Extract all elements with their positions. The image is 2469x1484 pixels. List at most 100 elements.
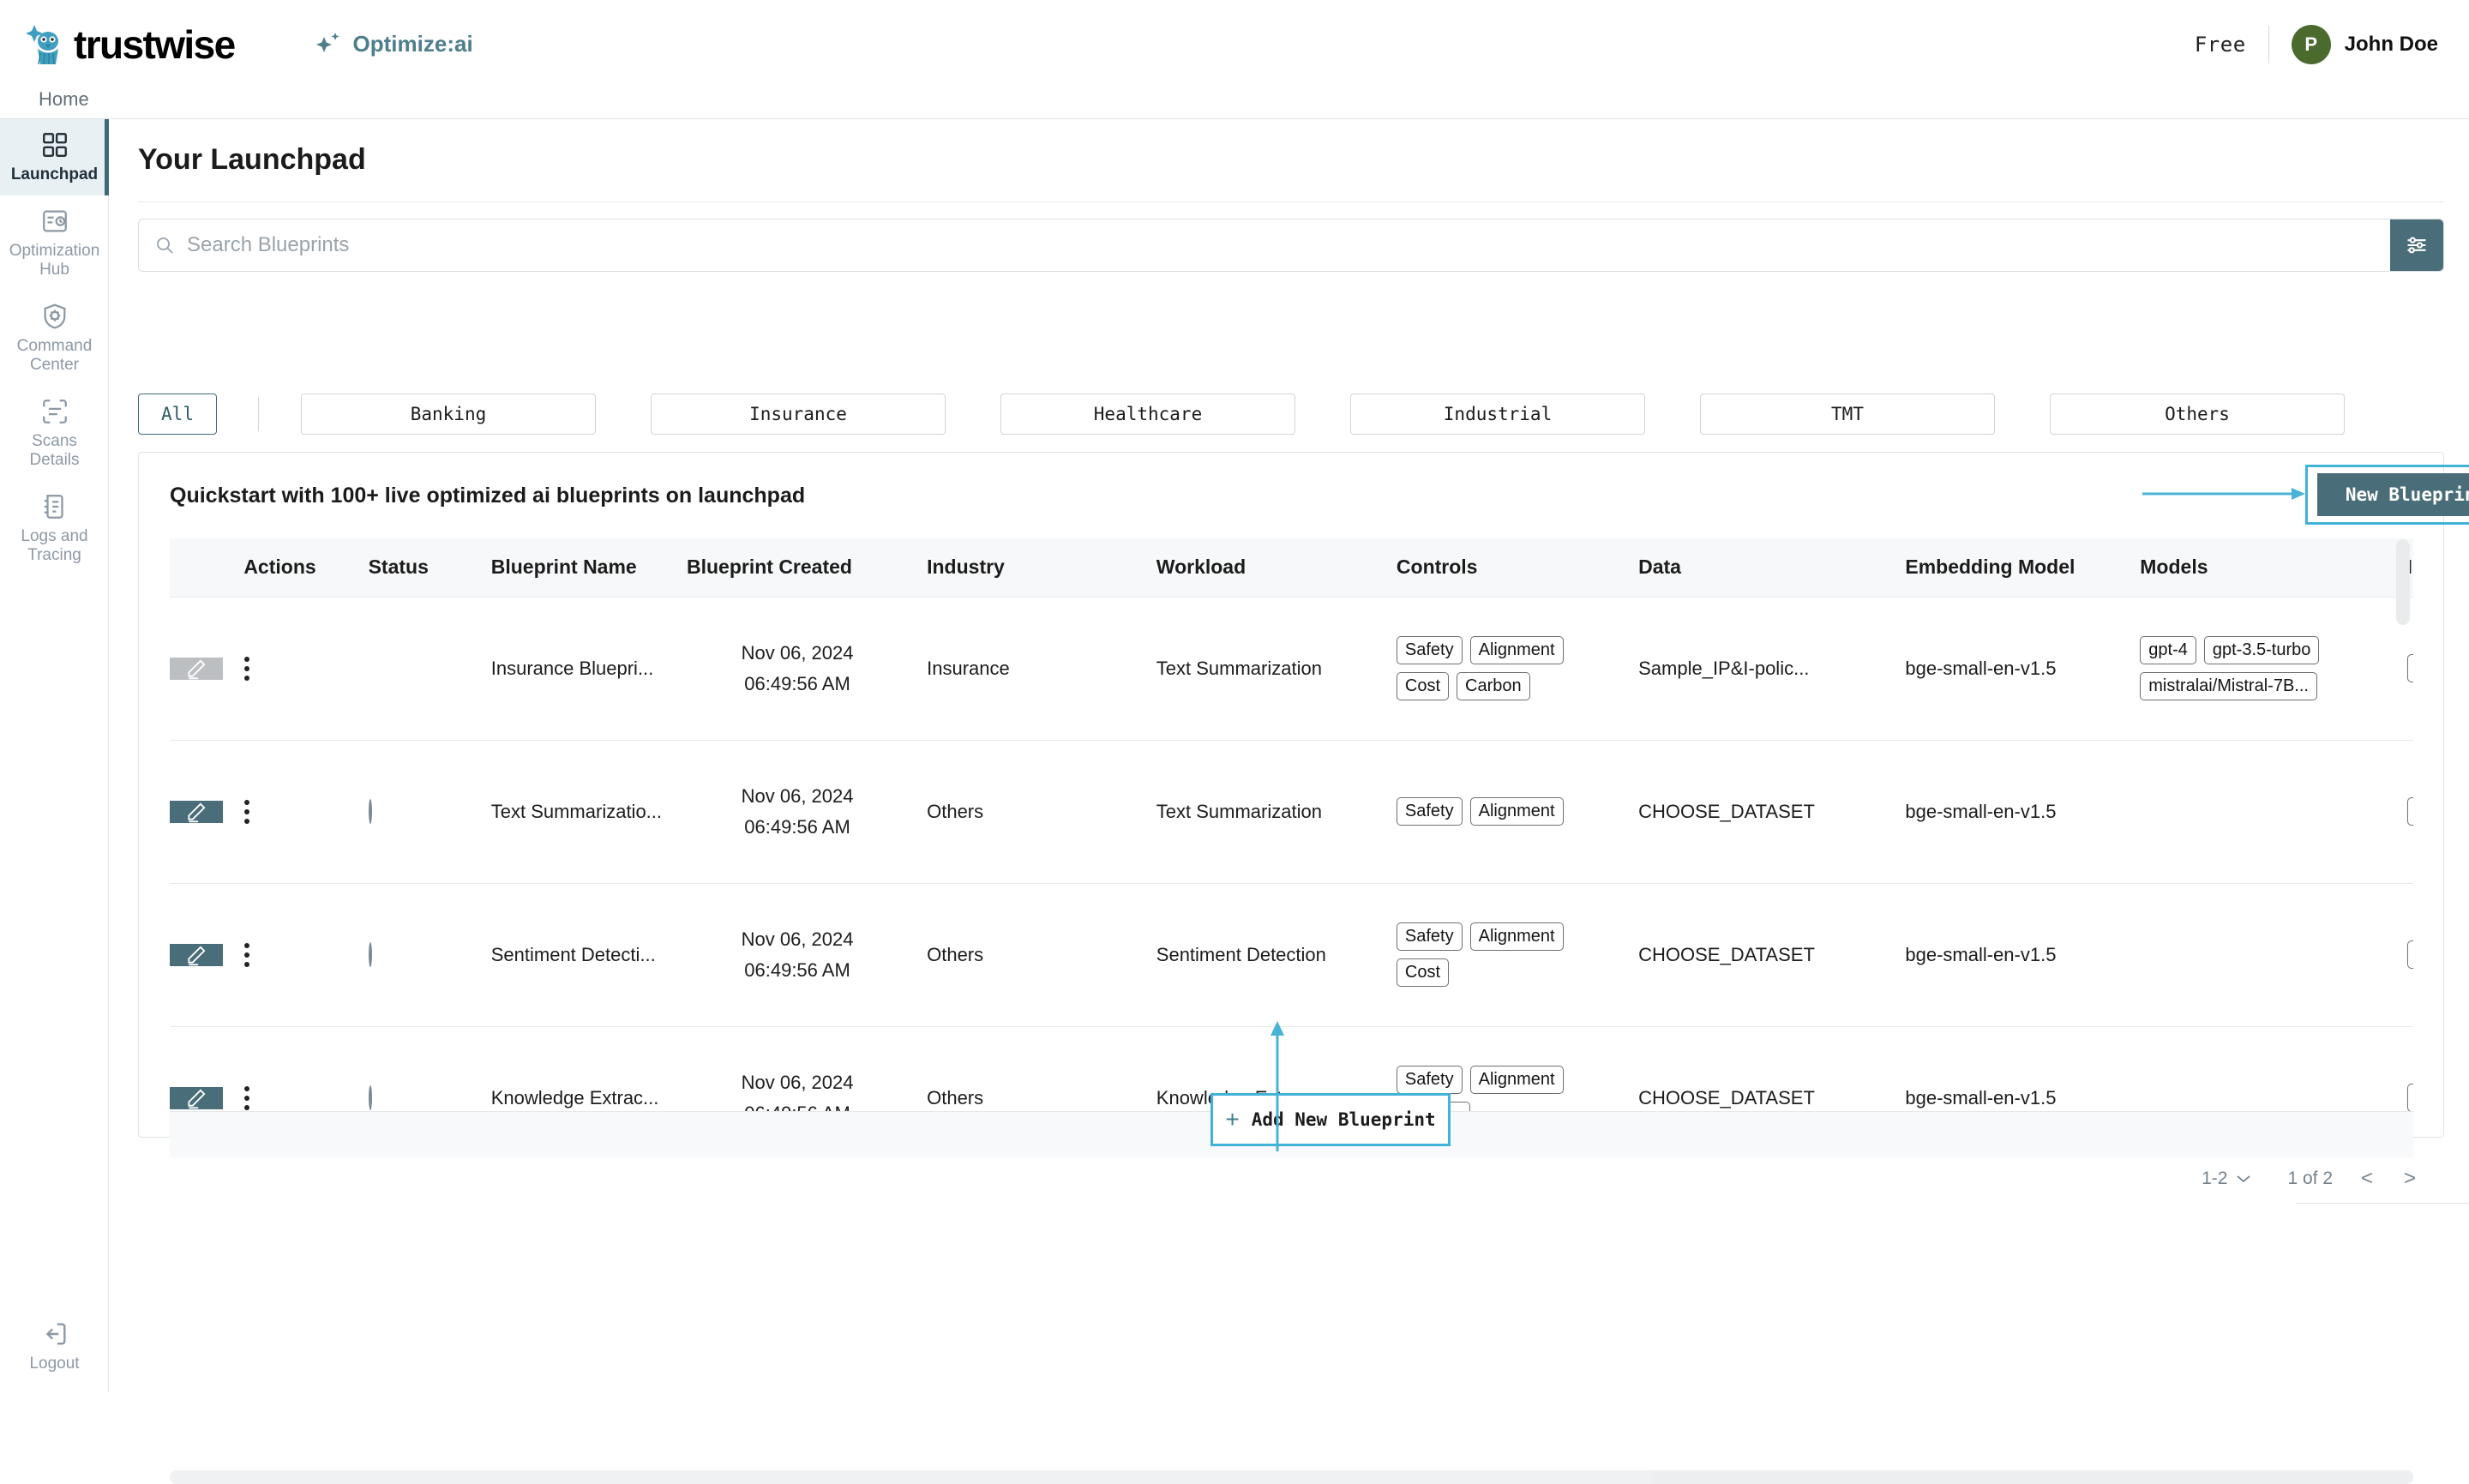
tag: TW-Energy-En [2407,1084,2413,1111]
top-bar: trustwise Optimize:ai Free P John Doe [0,0,2469,88]
actions-cell[interactable] [225,597,349,740]
filter-chip-industrial[interactable]: Industrial [1350,394,1645,435]
tag: Safety [1397,797,1463,826]
actions-cell[interactable] [225,883,349,1026]
column-embedding-model: Embedding Model [1886,538,2121,597]
sidebar-item-label: Command Center [5,337,104,375]
tag: Alignment [1470,1066,1564,1094]
actions-cell[interactable] [225,1026,349,1111]
tag: gpt-4 [2140,636,2196,664]
sidebar-item-optimization-hub[interactable]: Optimization Hub [0,195,109,291]
sidebar: Launchpad Optimization Hub Command Cente… [0,119,109,1392]
add-new-blueprint-button[interactable]: + Add New Blueprint [1210,1093,1451,1146]
filter-chip-banking[interactable]: Banking [301,394,596,435]
table-row[interactable]: Insurance Bluepri...Nov 06, 202406:49:56… [170,597,2413,740]
scrollbar-thumb[interactable] [170,1470,1653,1484]
internal-policies-cell: TW-Energy-En [2388,883,2413,1026]
next-page-button[interactable]: > [2401,1167,2418,1191]
edit-cell[interactable] [170,1026,225,1111]
column-blueprint-name: Blueprint Name [472,538,668,597]
status-badge [369,1085,372,1110]
grid-icon [40,130,69,159]
kebab-menu-icon[interactable] [243,1086,250,1110]
add-blueprint-row: + Add New Blueprint [170,1111,2413,1157]
sparkle-icon [314,30,343,59]
column-workload: Workload [1138,538,1378,597]
filter-chip-others[interactable]: Others [2050,394,2345,435]
pencil-icon [185,801,207,823]
annotation-arrow-to-add-blueprint [1267,1021,1288,1151]
created-date: Nov 06, 2024 [687,785,908,808]
sidebar-item-scans-details[interactable]: Scans Details [0,386,109,481]
edit-blueprint-button[interactable] [170,801,223,823]
title-divider [138,201,2444,202]
filter-chip-insurance[interactable]: Insurance [651,394,946,435]
tag-group: TW-Energy-En [2407,797,2413,826]
workload-cell: Text Summarization [1138,740,1378,883]
created-time: 06:49:56 AM [687,816,908,838]
filter-chip-tmt[interactable]: TMT [1700,394,1995,435]
sidebar-item-launchpad[interactable]: Launchpad [0,119,109,195]
industry-cell: Others [908,740,1138,883]
status-cell [350,1026,472,1111]
actions-cell[interactable] [225,740,349,883]
sidebar-item-logs-and-tracing[interactable]: Logs and Tracing [0,481,109,576]
sidebar-item-logout[interactable]: Logout [0,1319,109,1373]
created-time: 06:49:56 AM [687,673,908,695]
blueprints-table-scroll[interactable]: Actions Status Blueprint Name Blueprint … [170,538,2413,1111]
industry-cell: Others [908,1026,1138,1111]
table-vertical-scrollbar[interactable] [2396,539,2410,625]
models-cell [2121,740,2388,883]
sidebar-item-label: Scans Details [5,432,104,470]
breadcrumb[interactable]: Home [39,88,89,111]
rows-per-page-select[interactable]: 1-2 [2202,1169,2251,1189]
controls-cell: SafetyAlignmentCost [1378,883,1619,1026]
tag-group: TW-Energy-En [2407,1084,2413,1111]
edit-cell[interactable] [170,597,225,740]
sidebar-item-command-center[interactable]: Command Center [0,291,109,386]
table-row[interactable]: Sentiment Detecti...Nov 06, 202406:49:56… [170,883,2413,1026]
pagination-divider [2296,1203,2469,1204]
pencil-icon [185,944,207,966]
tag: TW-Energy-En [2407,940,2413,969]
filter-button[interactable] [2390,219,2443,272]
search-input[interactable] [187,233,2390,257]
blueprints-panel: Quickstart with 100+ live optimized ai b… [138,452,2444,1138]
brand-logo[interactable]: trustwise [26,21,235,69]
kebab-menu-icon[interactable] [243,657,250,681]
tag: Alignment [1470,636,1564,664]
edit-blueprint-button[interactable] [170,658,223,680]
previous-page-button[interactable]: < [2358,1167,2376,1191]
edit-blueprint-button[interactable] [170,1087,223,1109]
table-horizontal-scrollbar[interactable] [170,1470,2413,1484]
filter-chip-all[interactable]: All [138,394,217,435]
tag: Safety [1397,922,1463,951]
new-blueprint-button[interactable]: New Blueprint [2317,473,2469,516]
search-bar [138,219,2444,272]
column-controls: Controls [1378,538,1619,597]
edit-cell[interactable] [170,740,225,883]
created-date: Nov 06, 2024 [687,642,908,664]
tag-group: SafetyAlignmentCost [1397,922,1611,987]
owl-logo-icon [26,21,70,69]
edit-cell[interactable] [170,883,225,1026]
blueprint-name-cell: Sentiment Detecti... [472,883,668,1026]
shield-gear-icon [40,302,69,331]
internal-policies-cell: TW-Energy-En [2388,740,2413,883]
kebab-menu-icon[interactable] [243,943,250,967]
new-blueprint-annotation: New Blueprint [2305,465,2469,525]
user-name[interactable]: John Doe [2345,33,2438,57]
table-row[interactable]: Text Summarizatio...Nov 06, 202406:49:56… [170,740,2413,883]
tag: TW-Energy-En [2407,797,2413,826]
edit-blueprint-button[interactable] [170,944,223,966]
plus-icon: + [1225,1108,1239,1132]
column-status: Status [350,538,472,597]
created-date: Nov 06, 2024 [687,928,908,951]
kebab-menu-icon[interactable] [243,800,250,824]
filter-chip-healthcare[interactable]: Healthcare [1000,394,1295,435]
tag: Alignment [1470,922,1564,951]
avatar[interactable]: P [2292,25,2331,64]
page-indicator: 1 of 2 [2287,1169,2333,1189]
search-icon [154,235,175,255]
workload-cell: Text Summarization [1138,597,1378,740]
